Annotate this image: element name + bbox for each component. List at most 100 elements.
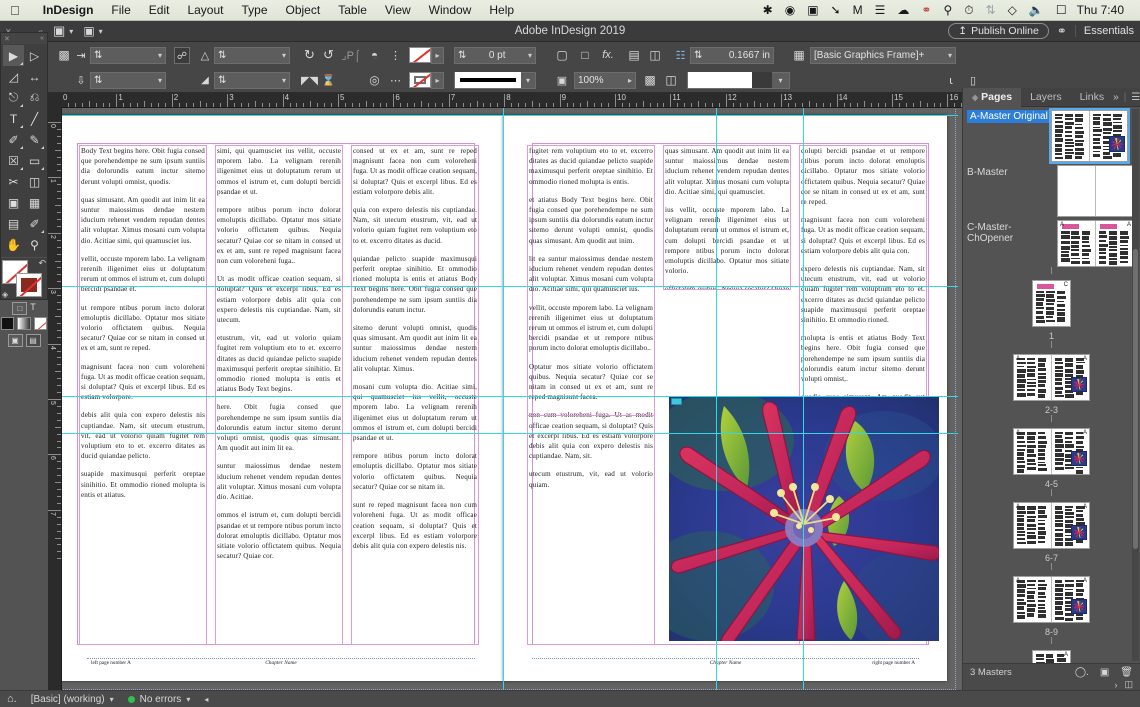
chevron-down-icon[interactable]: ▾ xyxy=(282,76,286,85)
formatting-affects-container-icon[interactable]: □ xyxy=(12,302,27,315)
spread-thumbnail[interactable]: A xyxy=(1032,650,1071,663)
chevron-down-icon[interactable]: ▾ xyxy=(158,51,162,60)
page-thumbnail[interactable]: A xyxy=(1014,429,1051,474)
page-spread-item[interactable]: A A 6-7 xyxy=(963,502,1140,563)
preflight-profile[interactable]: [Basic] (working) ▾ xyxy=(24,694,121,705)
m-icon[interactable]: M xyxy=(847,4,869,16)
menu-view[interactable]: View xyxy=(376,0,420,21)
gradient-feather-tool[interactable]: ▦ xyxy=(24,192,45,213)
chevron-down-icon[interactable]: ▾ xyxy=(110,695,114,704)
mac-clock[interactable]: Thu 7:40 xyxy=(1073,3,1132,17)
corner-options-icon[interactable]: ▢ xyxy=(550,48,574,62)
content-placer-tool[interactable]: ⎌ xyxy=(24,87,45,108)
wifi-icon[interactable]: ◇ xyxy=(1002,4,1023,16)
rectangle-tool[interactable]: ▭ xyxy=(24,150,45,171)
pen-tool[interactable]: ✐ xyxy=(3,129,24,150)
page-thumbnail[interactable]: C xyxy=(1033,281,1070,326)
lightbulb-icon[interactable]: ⚭ xyxy=(1057,24,1067,38)
free-transform-tool[interactable]: ◫ xyxy=(24,171,45,192)
hand-tool[interactable]: ✋ xyxy=(3,234,24,255)
chevron-down-icon[interactable]: ▾ xyxy=(528,51,532,60)
preview-mode-icon[interactable]: ▤ xyxy=(26,334,41,347)
fit-content-icon[interactable]: ▣ xyxy=(550,74,574,87)
text-frame[interactable] xyxy=(527,415,655,645)
volume-icon[interactable]: 🔈 xyxy=(1023,4,1050,16)
error-status[interactable]: No errors ▾ xyxy=(121,694,198,705)
vertical-ruler[interactable]: 01234567 xyxy=(48,108,62,690)
direct-selection-tool[interactable]: ▷ xyxy=(24,45,45,66)
stroke-swatch[interactable] xyxy=(409,72,431,88)
content-collector-tool[interactable]: ⎋ xyxy=(3,87,24,108)
apple-icon[interactable]:  xyxy=(10,4,20,17)
opacity-input[interactable]: 100% ▸ xyxy=(574,72,636,89)
page-thumbnail[interactable]: A xyxy=(1052,577,1089,622)
page-thumbnail[interactable]: A xyxy=(1052,355,1089,400)
stroke-weight-input[interactable]: ⇅ 0 pt ▾ xyxy=(454,47,536,64)
page-thumbnail[interactable]: A xyxy=(1096,221,1133,266)
text-wrap-jumpnext-icon[interactable]: ◫ xyxy=(660,73,682,87)
constrain-proportions-icon[interactable]: ☍ xyxy=(174,47,190,64)
master-row[interactable]: B-Master xyxy=(963,162,1140,217)
text-frame[interactable]: quas simusant. Am quodit aut inim lit ea… xyxy=(663,145,791,290)
page-spread-item[interactable]: A A 8-9 xyxy=(963,576,1140,637)
distribute-horizontal-icon[interactable]: ⋮ xyxy=(385,49,406,62)
tab-pages[interactable]: ◈ Pages xyxy=(963,88,1021,107)
text-wrap-jump-icon[interactable]: ▩ xyxy=(640,73,660,87)
collapse-icon[interactable]: « xyxy=(40,35,44,42)
page-thumbnail[interactable]: A xyxy=(1014,577,1051,622)
text-frame[interactable]: Body Text begins here. Obit fugia consed… xyxy=(79,145,207,645)
object-style-dropdown[interactable]: [Basic Graphics Frame]+ ▾ xyxy=(810,47,956,64)
workspace-switcher[interactable]: Essentials xyxy=(1075,25,1134,37)
zoom-tool[interactable]: ⚲ xyxy=(24,234,45,255)
menu-layout[interactable]: Layout xyxy=(178,0,232,21)
text-frame[interactable]: simi, qui quamusciet ius vellit, occuste… xyxy=(215,145,343,645)
note-tool[interactable]: ▤ xyxy=(3,213,24,234)
x-position-input[interactable]: ⇅ ▾ xyxy=(90,47,166,64)
text-wrap-object-icon[interactable]: ◫ xyxy=(644,48,666,62)
stepper-icon[interactable]: ⇅ xyxy=(94,75,102,86)
rotate-clockwise-icon[interactable]: ↻ xyxy=(300,47,319,63)
fill-swatch[interactable] xyxy=(409,47,431,63)
rectangle-frame-tool[interactable]: ☒ xyxy=(3,150,24,171)
page-thumbnail[interactable] xyxy=(1058,166,1095,216)
stack-icon[interactable]: ☰ xyxy=(869,4,892,16)
y-position-input[interactable]: ⇅ ▾ xyxy=(90,72,166,89)
page-thumbnail[interactable]: A xyxy=(1033,651,1070,663)
eye-icon[interactable]: ◉ xyxy=(779,4,801,16)
rotate-counterclockwise-icon[interactable]: ↺ xyxy=(319,47,338,63)
distribute-vertical-icon[interactable]: ⋯ xyxy=(385,74,406,87)
spread-thumbnail[interactable]: AA xyxy=(1013,354,1090,401)
chevron-down-icon[interactable]: ▾ xyxy=(158,76,162,85)
page-spread-item[interactable]: A A 2-3 xyxy=(963,354,1140,415)
delete-page-icon[interactable]: 🗑 xyxy=(1120,667,1133,678)
quick-apply-icon[interactable]: ⍳ xyxy=(940,74,962,87)
master-name[interactable]: B-Master xyxy=(967,165,1057,178)
frame-fitting-icon[interactable]: □ xyxy=(574,48,596,62)
stroke-menu-button[interactable]: ▸ xyxy=(431,72,444,89)
type-tool[interactable]: T xyxy=(3,108,24,129)
chevron-down-icon[interactable]: ▾ xyxy=(526,76,530,85)
master-name[interactable]: C-Master-ChOpener xyxy=(967,220,1057,244)
page-thumbnail[interactable] xyxy=(1090,111,1127,161)
gradient-dropdown[interactable]: ▾ xyxy=(687,72,790,89)
expand-panel-icon[interactable]: » xyxy=(1113,92,1119,103)
apply-color-icon[interactable] xyxy=(1,317,14,330)
page-thumbnail[interactable] xyxy=(1096,166,1133,216)
master-name[interactable]: A-Master Original xyxy=(967,110,1051,123)
stepper-icon[interactable]: ⇅ xyxy=(218,50,226,61)
screen-share-icon[interactable]: ☐ xyxy=(1050,4,1073,16)
page-spread-item[interactable]: C1 xyxy=(963,280,1140,341)
new-page-icon[interactable]: ▣ xyxy=(1100,667,1109,678)
spread-thumbnail[interactable]: C xyxy=(1032,280,1071,327)
menu-indesign[interactable]: InDesign xyxy=(34,0,103,21)
ruler-corner[interactable] xyxy=(48,93,62,108)
columns-icon[interactable]: ☷ xyxy=(671,49,690,62)
panel-scrollbar[interactable] xyxy=(1132,109,1139,661)
page-thumbnail[interactable]: A xyxy=(1058,221,1095,266)
next-panel-icon[interactable]: › xyxy=(1114,680,1117,690)
spread-thumbnail[interactable]: AA xyxy=(1013,576,1090,623)
key-icon[interactable]: ⚲ xyxy=(937,4,958,16)
dropbox-icon[interactable]: ➘ xyxy=(825,4,847,16)
page-thumbnail[interactable]: A xyxy=(1014,355,1051,400)
spread-thumbnail[interactable]: AA xyxy=(1013,502,1090,549)
